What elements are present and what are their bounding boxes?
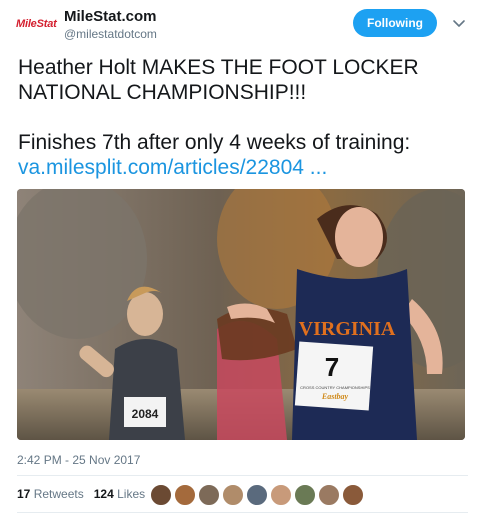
tweet-line-3: Finishes 7th after only 4 weeks of train… bbox=[18, 131, 411, 154]
race-photo: 2084 VIRGINIA 7 CROSS COUNTRY CHAMPIONSH… bbox=[17, 189, 465, 440]
tweet-timestamp[interactable]: 2:42 PM - 25 Nov 2017 bbox=[17, 453, 140, 467]
liker-avatar[interactable] bbox=[270, 484, 292, 506]
liker-avatar[interactable] bbox=[198, 484, 220, 506]
back-runner-bib: 2084 bbox=[132, 407, 159, 421]
liker-avatar[interactable] bbox=[246, 484, 268, 506]
tweet-line-2: NATIONAL CHAMPIONSHIP!!! bbox=[18, 81, 307, 104]
milestat-logo[interactable]: MileStat bbox=[16, 14, 58, 34]
account-handle[interactable]: @milestatdotcom bbox=[64, 27, 157, 41]
tweet-photo[interactable]: 2084 VIRGINIA 7 CROSS COUNTRY CHAMPIONSH… bbox=[17, 189, 465, 440]
liker-avatar[interactable] bbox=[294, 484, 316, 506]
runner-bib-number: 7 bbox=[325, 352, 339, 382]
bib-brand: Eastbay bbox=[321, 392, 349, 401]
tweet-line-1: Heather Holt MAKES THE FOOT LOCKER bbox=[18, 56, 419, 79]
article-link[interactable]: va.milesplit.com/articles/22804 ... bbox=[18, 155, 473, 180]
divider-top bbox=[17, 475, 468, 476]
liker-avatar[interactable] bbox=[174, 484, 196, 506]
tweet-stats: 17 Retweets 124 Likes bbox=[17, 487, 145, 501]
liker-avatar[interactable] bbox=[342, 484, 364, 506]
account-name[interactable]: MileStat.com bbox=[64, 8, 157, 25]
following-button[interactable]: Following bbox=[353, 9, 437, 37]
liker-avatar[interactable] bbox=[150, 484, 172, 506]
liker-avatar[interactable] bbox=[222, 484, 244, 506]
likes-stat[interactable]: 124 Likes bbox=[94, 487, 145, 501]
liker-avatars bbox=[150, 484, 364, 506]
chevron-down-icon[interactable] bbox=[451, 15, 467, 31]
tweet-header: MileStat MileStat.com @milestatdotcom Fo… bbox=[0, 0, 488, 48]
divider-bottom bbox=[17, 512, 468, 513]
jersey-text: VIRGINIA bbox=[299, 318, 396, 340]
tweet-text: Heather Holt MAKES THE FOOT LOCKER NATIO… bbox=[18, 55, 473, 180]
bib-caption: CROSS COUNTRY CHAMPIONSHIPS bbox=[300, 385, 370, 390]
liker-avatar[interactable] bbox=[318, 484, 340, 506]
retweets-stat[interactable]: 17 Retweets bbox=[17, 487, 84, 501]
